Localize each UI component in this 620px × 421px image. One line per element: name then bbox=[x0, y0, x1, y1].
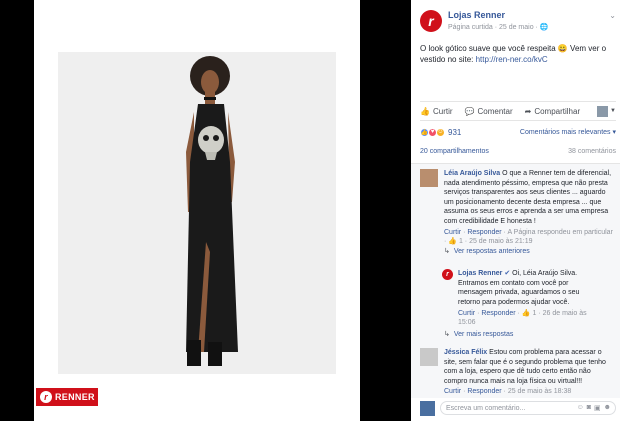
post-link[interactable]: http://ren-ner.co/kvC bbox=[476, 55, 548, 64]
comment-like-link[interactable]: Curtir bbox=[444, 229, 461, 236]
like-label: Curtir bbox=[432, 106, 453, 116]
comment-time: · 25 de maio às 18:38 bbox=[501, 388, 572, 395]
avatar bbox=[597, 105, 609, 117]
photo-viewer: r RENNER bbox=[0, 0, 411, 421]
comment-author[interactable]: Léia Araújo Silva bbox=[444, 170, 500, 177]
comment-meta: Curtir · Responder · 25 de maio às 18:38 bbox=[444, 388, 572, 395]
like-button[interactable]: 👍 Curtir bbox=[420, 107, 453, 116]
comment-meta: Curtir · Responder · A Página respondeu … bbox=[444, 229, 613, 245]
page-avatar[interactable]: r bbox=[420, 10, 442, 32]
comments-count[interactable]: 38 comentários bbox=[568, 148, 616, 159]
comment-meta: Curtir · Responder · 👍 1 · 26 de maio às… bbox=[458, 310, 587, 326]
previous-replies-label: Ver respostas anteriores bbox=[453, 248, 530, 255]
comment-body: Lojas Renner ✔ Oi, Léia Araújo Silva. En… bbox=[458, 269, 592, 327]
comment-time: · 25 de maio às 21:19 bbox=[462, 238, 533, 245]
sticker-icon[interactable]: ☻ bbox=[604, 404, 611, 412]
more-replies-link[interactable]: ↳ Ver mais respostas bbox=[444, 330, 514, 339]
comment-author[interactable]: Lojas Renner bbox=[458, 270, 502, 277]
post-sidebar: r Lojas Renner Página curtida · 25 de ma… bbox=[411, 0, 620, 421]
comment-body: Léia Araújo Silva O que a Renner tem de … bbox=[444, 169, 614, 257]
avatar bbox=[420, 400, 435, 416]
comment-sort-dropdown[interactable]: Comentários mais relevantes ▾ bbox=[520, 128, 616, 136]
comment-like-link[interactable]: Curtir bbox=[458, 310, 475, 317]
verified-icon: ✔ bbox=[504, 270, 511, 277]
photo-card: r RENNER bbox=[34, 0, 360, 421]
post-meta: Página curtida · 25 de maio · 🌐 bbox=[448, 23, 549, 31]
comment-composer: Escreva um comentário... ☺ ◙ ▣ ☻ bbox=[420, 399, 616, 417]
brand-logo-tag: r RENNER bbox=[36, 388, 98, 406]
avatar[interactable] bbox=[420, 348, 438, 366]
share-label: Compartilhar bbox=[534, 106, 581, 116]
comment-reply-link[interactable]: Responder bbox=[481, 310, 515, 317]
post-body: O look gótico suave que você respeita 😀 … bbox=[420, 43, 616, 65]
thumbs-up-icon: 👍 bbox=[420, 106, 430, 116]
brand-r-icon: r bbox=[40, 391, 52, 403]
comment-label: Comentar bbox=[477, 106, 513, 116]
reactions-bar: 👍 ♥ ☺ 931 Comentários mais relevantes ▾ bbox=[420, 126, 616, 138]
product-photo[interactable] bbox=[58, 52, 336, 374]
gif-icon[interactable]: ▣ bbox=[594, 404, 601, 412]
chevron-down-icon[interactable]: ⌄ bbox=[609, 11, 616, 20]
comment-input-placeholder: Escreva um comentário... bbox=[446, 404, 526, 412]
post-header: r Lojas Renner Página curtida · 25 de ma… bbox=[420, 7, 616, 37]
avatar[interactable] bbox=[420, 169, 438, 187]
post-stats: 20 compartilhamentos 38 comentários bbox=[420, 148, 616, 159]
reply-arrow-icon: ↳ bbox=[444, 248, 450, 255]
brand-tag-label: RENNER bbox=[55, 392, 95, 402]
caret-down-icon: ▼ bbox=[610, 108, 616, 114]
comment-input[interactable]: Escreva um comentário... ☺ ◙ ▣ ☻ bbox=[440, 401, 616, 415]
comment-text: O que a Renner tem de diferencial, nada … bbox=[444, 170, 612, 225]
comment-reply-link[interactable]: Responder bbox=[467, 229, 501, 236]
thumbs-up-icon: 👍 bbox=[448, 238, 457, 245]
reply-arrow-icon: ↳ bbox=[444, 331, 450, 338]
comment-icon: 💬 bbox=[464, 106, 475, 116]
model-illustration bbox=[58, 52, 336, 374]
comment-author[interactable]: Jéssica Félix bbox=[444, 349, 487, 356]
comments-list: Léia Araújo Silva O que a Renner tem de … bbox=[411, 163, 620, 398]
page-name-link[interactable]: Lojas Renner bbox=[448, 10, 505, 20]
share-button[interactable]: ➦ Compartilhar bbox=[525, 107, 581, 116]
camera-icon[interactable]: ◙ bbox=[587, 404, 591, 412]
comment-body: Jéssica Félix Estou com problema para ac… bbox=[444, 348, 614, 396]
haha-reaction-icon[interactable]: ☺ bbox=[436, 127, 445, 137]
post-actions: 👍 Curtir 💬 Comentar ➦ Compartilhar ▼ bbox=[420, 101, 616, 121]
shares-count-link[interactable]: 20 compartilhamentos bbox=[420, 148, 489, 159]
emoji-icon[interactable]: ☺ bbox=[577, 404, 584, 412]
avatar[interactable]: r bbox=[442, 269, 453, 280]
thumbs-up-icon: 👍 bbox=[521, 310, 531, 317]
share-icon: ➦ bbox=[524, 106, 532, 116]
comment-button[interactable]: 💬 Comentar bbox=[465, 107, 513, 116]
comment-like-link[interactable]: Curtir bbox=[444, 388, 461, 395]
globe-icon: 🌐 bbox=[539, 24, 549, 31]
previous-replies-link[interactable]: ↳ Ver respostas anteriores bbox=[444, 247, 614, 257]
post-as-selector[interactable]: ▼ bbox=[597, 105, 616, 117]
post-meta-text: Página curtida · 25 de maio · bbox=[448, 24, 540, 31]
reaction-count[interactable]: 931 bbox=[448, 128, 461, 137]
comment-reply-link[interactable]: Responder bbox=[467, 388, 501, 395]
more-replies-label: Ver mais respostas bbox=[453, 330, 514, 338]
